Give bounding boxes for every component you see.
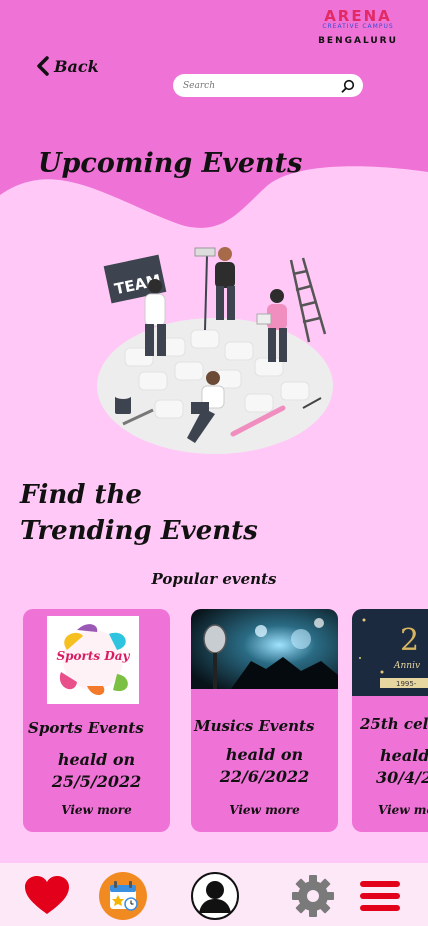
menu-tab[interactable] bbox=[355, 871, 405, 921]
arena-logo: ARENA CREATIVE CAMPUS BENGALURU bbox=[318, 7, 398, 46]
calendar-tab[interactable] bbox=[98, 871, 148, 921]
screen: ARENA CREATIVE CAMPUS BENGALURU Back Upc… bbox=[0, 0, 428, 926]
search-input[interactable] bbox=[181, 79, 325, 92]
trending-heading-line1: Find the bbox=[20, 480, 142, 510]
search-bar[interactable] bbox=[173, 74, 363, 97]
profile-tab[interactable] bbox=[190, 871, 240, 921]
heart-icon bbox=[25, 876, 69, 914]
menu-icon bbox=[360, 881, 400, 911]
event-name: Sports Events bbox=[28, 719, 144, 737]
event-card-music[interactable]: Musics Events heald on 22/6/2022 View mo… bbox=[191, 609, 338, 832]
settings-icon bbox=[292, 875, 334, 917]
settings-tab[interactable] bbox=[288, 871, 338, 921]
team-illustration: TEAM bbox=[97, 247, 333, 454]
calendar-icon bbox=[99, 872, 147, 920]
anniversary-image-sub: Anniv bbox=[393, 661, 420, 671]
search-icon[interactable] bbox=[341, 79, 355, 93]
profile-icon bbox=[191, 872, 239, 920]
favorites-tab[interactable] bbox=[22, 871, 72, 921]
chevron-left-icon bbox=[37, 56, 49, 76]
view-more-link[interactable]: View more bbox=[23, 803, 170, 817]
logo-tagline: CREATIVE CAMPUS bbox=[322, 23, 394, 30]
event-card-anniversary[interactable]: 2 Anniv 1995- 25th cele heald 30/4/2 Vie… bbox=[352, 609, 428, 832]
event-name: 25th cele bbox=[360, 715, 428, 733]
back-label: Back bbox=[54, 56, 99, 76]
anniversary-image-years: 1995- bbox=[396, 680, 417, 688]
trending-heading-line2: Trending Events bbox=[20, 516, 258, 546]
sports-day-image: Sports Day bbox=[47, 616, 139, 704]
back-button[interactable]: Back bbox=[36, 56, 99, 76]
event-heald: heald on bbox=[225, 745, 304, 764]
view-more-link[interactable]: View mo bbox=[378, 803, 428, 817]
page-title: Upcoming Events bbox=[38, 148, 303, 179]
event-date: 30/4/2 bbox=[376, 768, 428, 787]
trending-heading: Find the Trending Events bbox=[20, 477, 258, 549]
popular-events-label: Popular events bbox=[151, 570, 277, 588]
sports-day-image-text: Sports Day bbox=[56, 649, 130, 663]
view-more-link[interactable]: View more bbox=[191, 803, 338, 817]
bottom-tab-bar bbox=[0, 863, 428, 926]
event-card-sports[interactable]: Sports Day Sports Events heald on 25/5/2… bbox=[23, 609, 170, 832]
event-heald: heald on bbox=[57, 750, 136, 769]
anniversary-image: 2 Anniv 1995- bbox=[352, 609, 428, 696]
anniversary-image-text: 2 bbox=[400, 623, 419, 658]
event-heald: heald bbox=[380, 746, 428, 765]
logo-city: BENGALURU bbox=[318, 36, 398, 46]
music-concert-image bbox=[191, 609, 338, 689]
event-date: 25/5/2022 bbox=[51, 772, 142, 791]
event-name: Musics Events bbox=[194, 717, 315, 735]
event-date: 22/6/2022 bbox=[219, 767, 310, 786]
